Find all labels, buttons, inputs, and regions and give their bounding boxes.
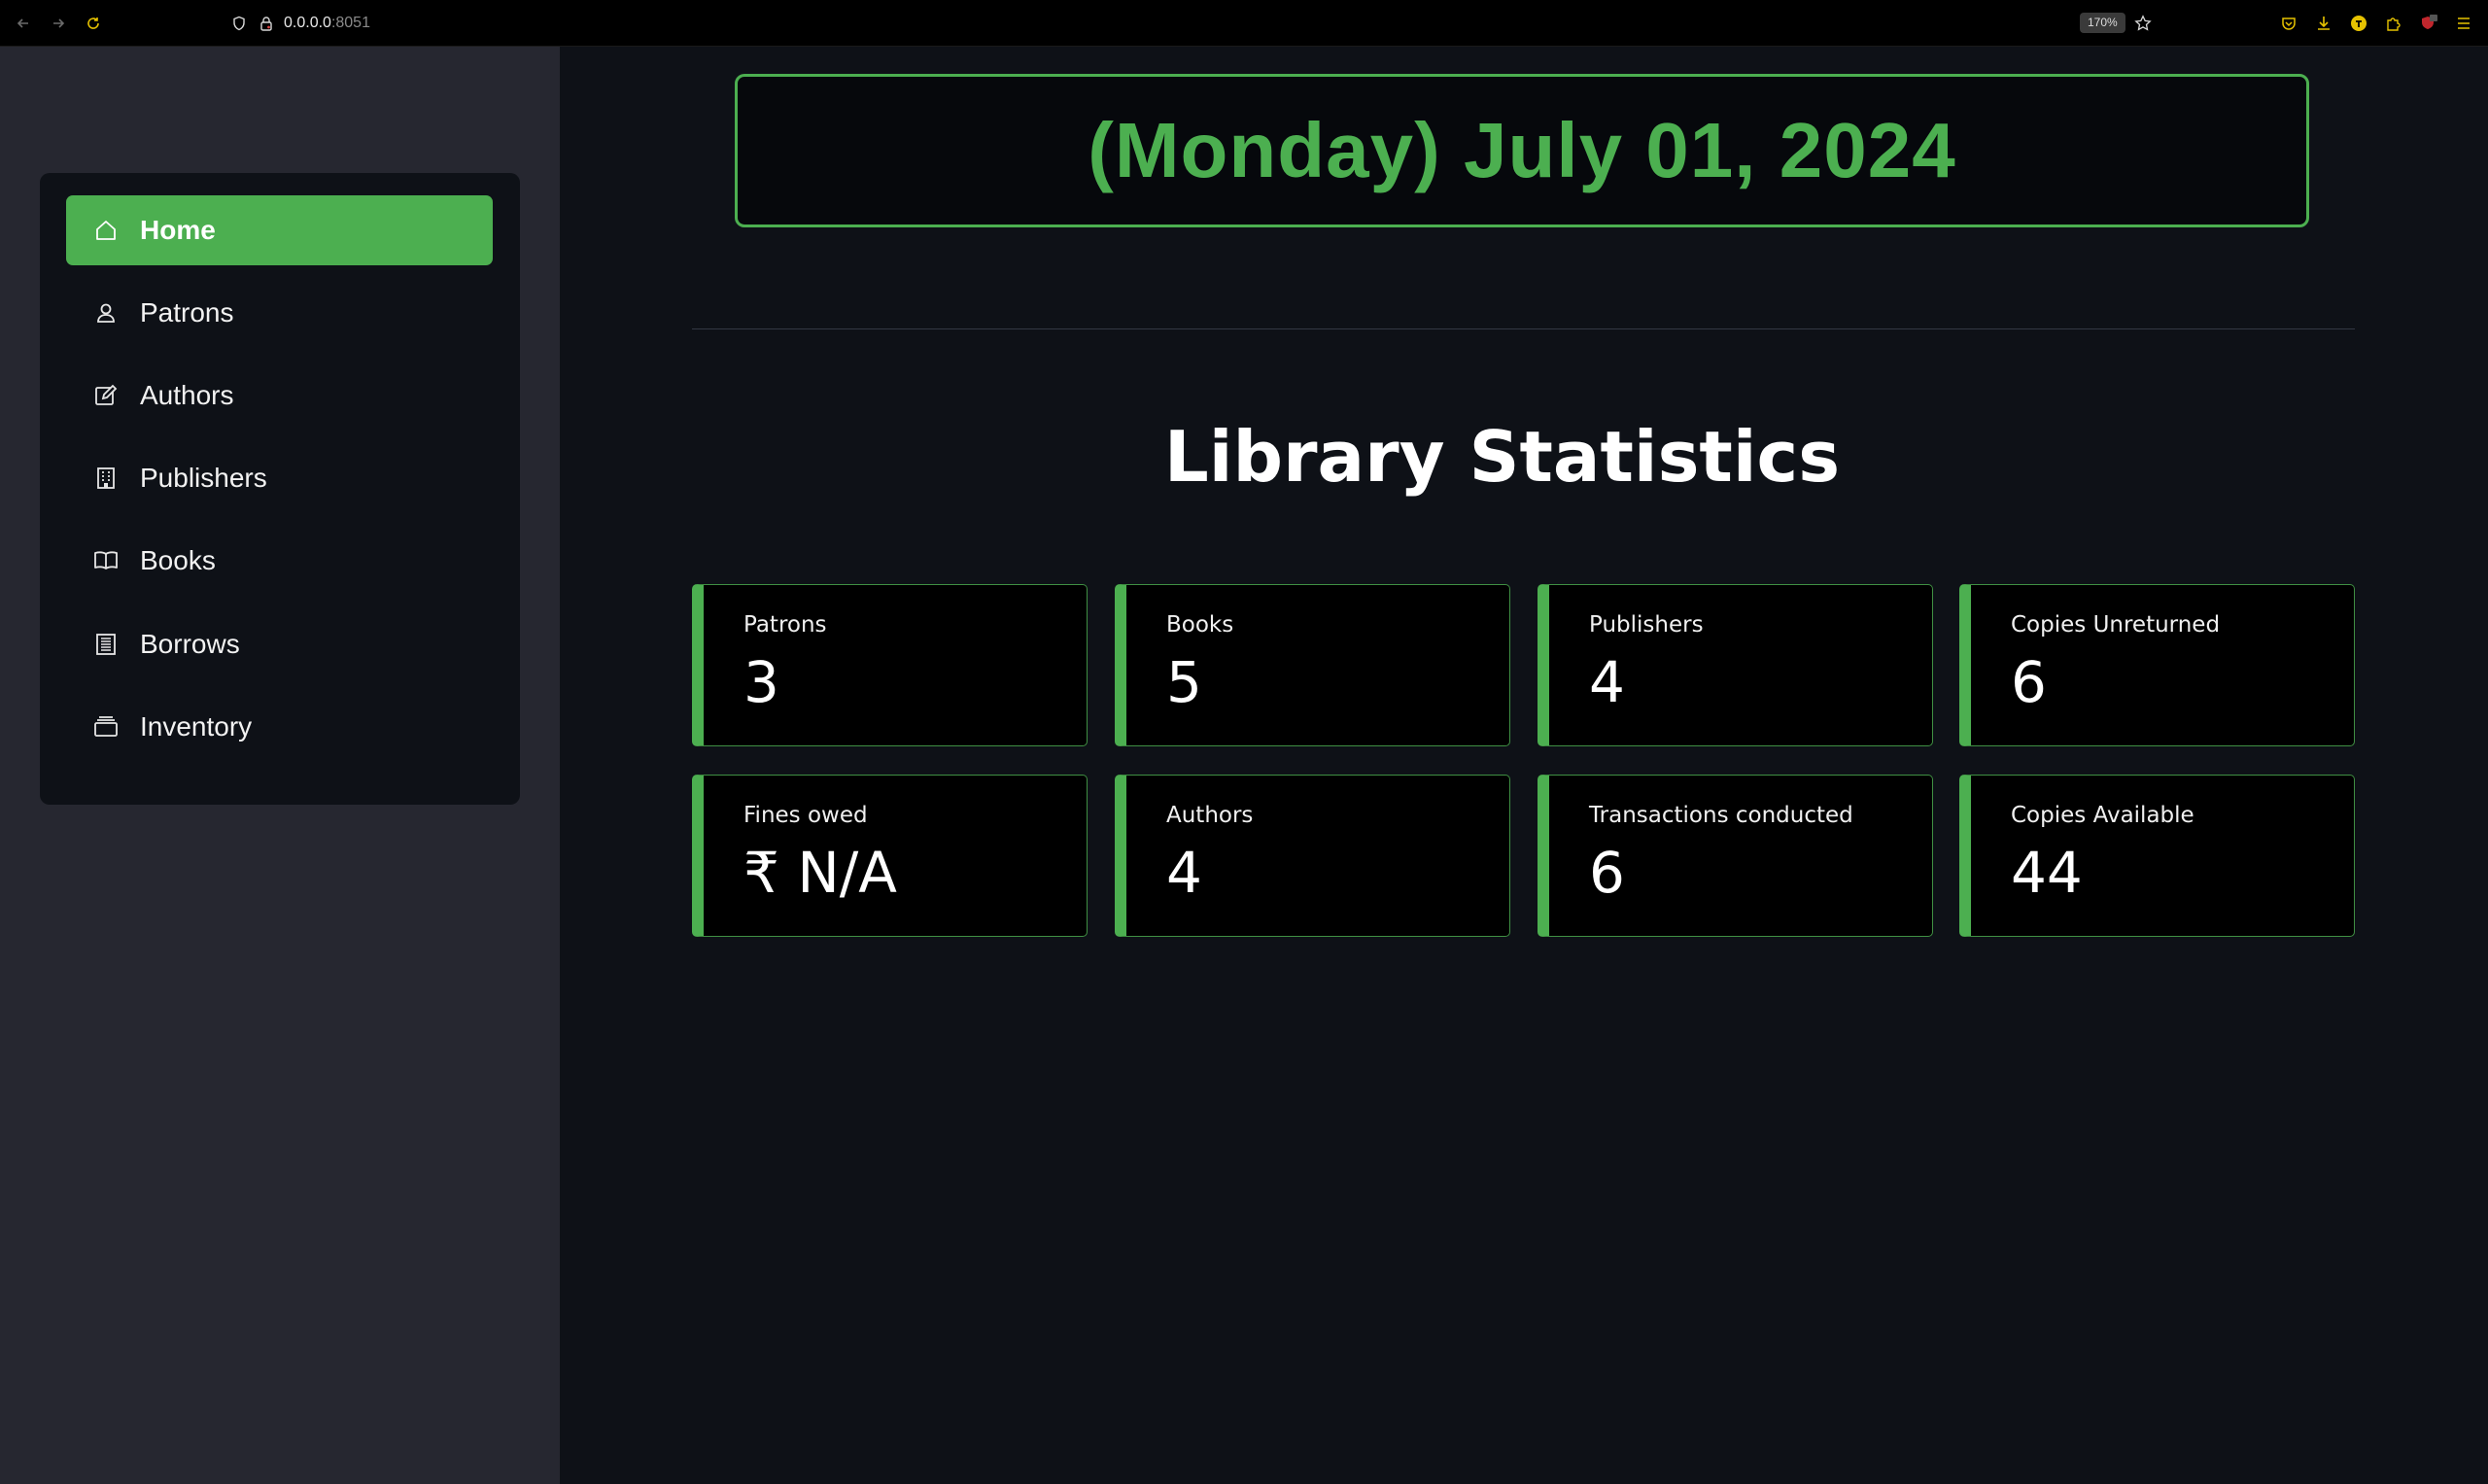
nav-item-books[interactable]: Books — [66, 526, 493, 596]
stat-label: Copies Unreturned — [2011, 612, 2221, 638]
nav-item-publishers[interactable]: Publishers — [66, 443, 493, 513]
home-icon — [91, 216, 121, 245]
edit-icon — [91, 381, 121, 410]
stat-value: 6 — [1589, 840, 1625, 906]
stat-value: 5 — [1166, 649, 1202, 715]
stat-value: 3 — [743, 649, 779, 715]
stat-label: Fines owed — [743, 803, 868, 828]
nav-item-home[interactable]: Home — [66, 195, 493, 265]
stat-label: Books — [1166, 612, 1234, 638]
nav-label-inventory: Inventory — [140, 711, 253, 742]
nav-item-borrows[interactable]: Borrows — [66, 609, 493, 679]
current-date: (Monday) July 01, 2024 — [1088, 107, 1956, 193]
nav-label-home: Home — [140, 215, 216, 245]
pocket-icon[interactable] — [2278, 0, 2299, 46]
extension-yellow-icon[interactable] — [2348, 0, 2369, 46]
receipt-icon — [91, 630, 121, 659]
section-divider — [692, 328, 2355, 329]
url-port: :8051 — [330, 15, 370, 31]
stat-card-books: Books 5 — [1115, 584, 1510, 746]
nav-label-borrows: Borrows — [140, 629, 240, 659]
inventory-icon — [91, 712, 121, 742]
lock-icon[interactable] — [257, 0, 276, 46]
date-banner: (Monday) July 01, 2024 — [735, 74, 2309, 227]
stat-label: Copies Available — [2011, 803, 2194, 828]
browser-toolbar: 0.0.0.0:8051 170% — [0, 0, 2488, 47]
stat-card-patrons: Patrons 3 — [692, 584, 1088, 746]
nav-label-publishers: Publishers — [140, 463, 267, 493]
nav-menu: Home Patrons Authors Publishers Books Bo… — [40, 173, 520, 805]
stat-card-transactions: Transactions conducted 6 — [1538, 775, 1933, 937]
stat-label: Patrons — [743, 612, 827, 638]
download-icon[interactable] — [2313, 0, 2334, 46]
back-icon[interactable] — [12, 0, 35, 46]
stat-label: Publishers — [1589, 612, 1704, 638]
nav-label-authors: Authors — [140, 380, 234, 410]
stat-value: 44 — [2011, 840, 2083, 906]
building-icon — [91, 464, 121, 493]
forward-icon[interactable] — [47, 0, 70, 46]
stat-label: Authors — [1166, 803, 1254, 828]
stat-card-copies-available: Copies Available 44 — [1959, 775, 2355, 937]
bookmark-star-icon[interactable] — [2132, 0, 2154, 46]
stat-value: 4 — [1589, 649, 1625, 715]
shield-extension-icon[interactable] — [2418, 0, 2439, 46]
nav-item-inventory[interactable]: Inventory — [66, 692, 493, 762]
stat-card-authors: Authors 4 — [1115, 775, 1510, 937]
nav-label-books: Books — [140, 545, 216, 575]
extensions-puzzle-icon[interactable] — [2383, 0, 2404, 46]
person-icon — [91, 298, 121, 328]
stat-card-copies-unreturned: Copies Unreturned 6 — [1959, 584, 2355, 746]
reload-icon[interactable] — [82, 0, 105, 46]
stat-value: 4 — [1166, 840, 1202, 906]
book-icon — [91, 546, 121, 575]
stat-label: Transactions conducted — [1589, 803, 1853, 828]
menu-hamburger-icon[interactable] — [2453, 0, 2474, 46]
stat-card-fines-owed: Fines owed ₹ N/A — [692, 775, 1088, 937]
stat-value: ₹ N/A — [743, 840, 897, 906]
url-host: 0.0.0.0 — [284, 15, 331, 31]
url-bar[interactable]: 0.0.0.0:8051 — [284, 0, 370, 46]
nav-item-patrons[interactable]: Patrons — [66, 278, 493, 348]
zoom-level-badge[interactable]: 170% — [2080, 13, 2125, 33]
page-title: Library Statistics — [1163, 416, 1841, 498]
stat-card-publishers: Publishers 4 — [1538, 584, 1933, 746]
sidebar: Home Patrons Authors Publishers Books Bo… — [0, 47, 560, 1484]
shield-icon[interactable] — [229, 0, 249, 46]
nav-item-authors[interactable]: Authors — [66, 361, 493, 431]
stat-value: 6 — [2011, 649, 2047, 715]
nav-label-patrons: Patrons — [140, 297, 234, 328]
